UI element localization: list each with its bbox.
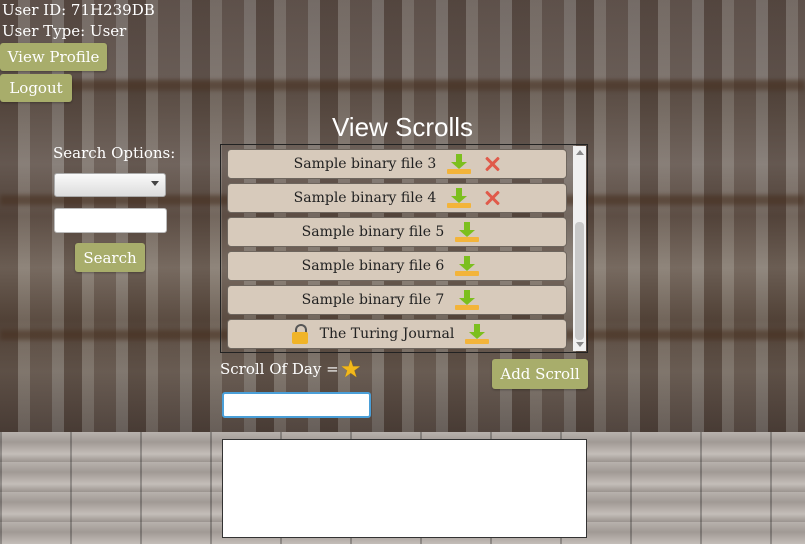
scroll-item-label: Sample binary file 5 xyxy=(301,224,445,240)
description-textarea[interactable] xyxy=(222,439,587,538)
scroll-item[interactable]: Sample binary file 7 xyxy=(227,285,567,315)
add-scroll-button[interactable]: Add Scroll xyxy=(492,359,588,389)
search-options-label: Search Options: xyxy=(53,144,176,162)
delete-icon[interactable] xyxy=(484,156,500,172)
scroll-up-icon[interactable] xyxy=(576,150,584,155)
scroll-item[interactable]: Sample binary file 3 xyxy=(227,149,567,179)
user-type: User Type: User xyxy=(2,22,127,40)
lock-icon xyxy=(291,324,308,344)
delete-icon[interactable] xyxy=(484,190,500,206)
star-icon: ★ xyxy=(340,355,362,383)
scroll-item[interactable]: Sample binary file 4 xyxy=(227,183,567,213)
user-info: User ID: 71H239DB User Type: User xyxy=(2,0,155,42)
logout-button[interactable]: Logout xyxy=(0,74,72,102)
scroll-item[interactable]: Sample binary file 6 xyxy=(227,251,567,281)
scroll-of-day-input[interactable] xyxy=(222,392,371,418)
download-icon[interactable] xyxy=(454,289,480,311)
scroll-item[interactable]: Sample binary file 5 xyxy=(227,217,567,247)
scrollbar-thumb[interactable] xyxy=(575,222,584,340)
download-icon[interactable] xyxy=(454,221,480,243)
search-input[interactable] xyxy=(54,208,167,233)
chevron-down-icon xyxy=(151,181,159,186)
scroll-item-label: Sample binary file 4 xyxy=(293,190,437,206)
scroll-item-label: Sample binary file 3 xyxy=(293,156,437,172)
download-icon[interactable] xyxy=(464,323,490,345)
download-icon[interactable] xyxy=(446,153,472,175)
download-icon[interactable] xyxy=(446,187,472,209)
scroll-of-day-label: Scroll Of Day = xyxy=(220,360,339,378)
scroll-item-label: Sample binary file 6 xyxy=(301,258,445,274)
download-icon[interactable] xyxy=(454,255,480,277)
scroll-down-icon[interactable] xyxy=(576,342,584,347)
view-profile-button[interactable]: View Profile xyxy=(0,43,107,71)
scrollbar[interactable] xyxy=(573,146,586,351)
search-options-select[interactable] xyxy=(54,173,166,197)
scroll-item[interactable]: The Turing Journal xyxy=(227,319,567,349)
scroll-item-label: The Turing Journal xyxy=(319,326,455,342)
search-button[interactable]: Search xyxy=(75,243,145,272)
user-id: User ID: 71H239DB xyxy=(2,1,155,19)
scroll-item-label: Sample binary file 7 xyxy=(301,292,445,308)
page-title: View Scrolls xyxy=(331,112,474,142)
scroll-list[interactable]: Sample binary file 3 Sample binary file … xyxy=(220,144,588,353)
